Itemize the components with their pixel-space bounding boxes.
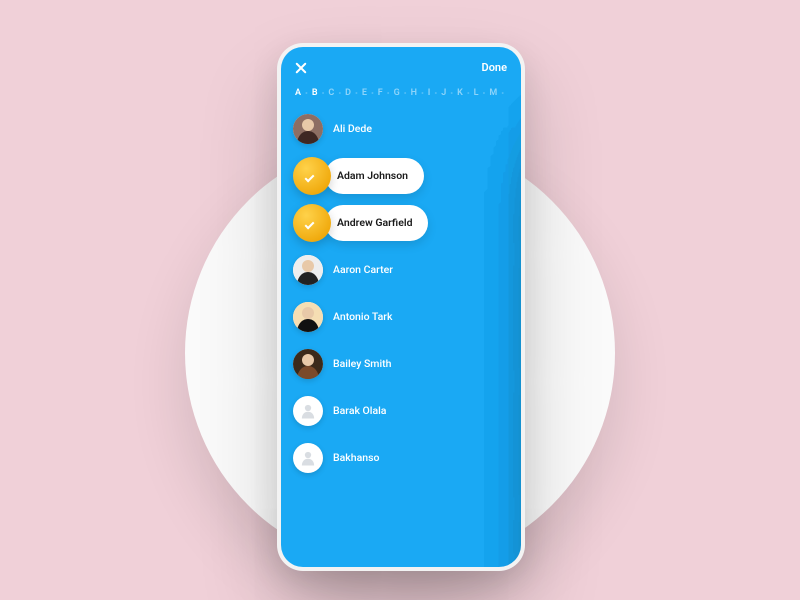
contact-name: Bailey Smith	[333, 358, 391, 371]
avatar	[293, 255, 323, 285]
alpha-letter[interactable]: B	[312, 88, 318, 98]
alpha-separator-dot: •	[371, 89, 374, 98]
alpha-letter[interactable]: F	[378, 88, 383, 98]
avatar-placeholder-icon	[293, 396, 323, 426]
contact-row[interactable]: Bailey Smith202-555-0107	[293, 345, 509, 383]
contact-name: Adam Johnson	[337, 170, 408, 183]
close-icon[interactable]	[295, 62, 307, 74]
contact-text: Antonio Tark202-555-0192	[333, 311, 392, 324]
avatar	[293, 349, 323, 379]
contact-name: Aaron Carter	[333, 264, 393, 277]
contact-text: Ali Dede202-555-0143	[333, 123, 372, 136]
avatar-placeholder-icon	[293, 443, 323, 473]
alpha-separator-dot: •	[467, 89, 470, 98]
avatar	[293, 302, 323, 332]
contact-text: Bakhanso202-555-0107	[333, 452, 379, 465]
contact-row[interactable]: Andrew Garfield202-555-0198	[293, 204, 509, 242]
contact-pill: Adam Johnson202-555-0136	[325, 158, 424, 194]
contact-name: Barak Olala	[333, 405, 386, 418]
contact-row[interactable]: Barak Olala202-555-0107	[293, 392, 509, 430]
alpha-separator-dot: •	[450, 89, 453, 98]
contact-name: Andrew Garfield	[337, 217, 412, 230]
contact-row[interactable]: Ali Dede202-555-0143	[293, 110, 509, 148]
alpha-letter[interactable]: J	[441, 88, 446, 98]
contact-row[interactable]: Bakhanso202-555-0107	[293, 439, 509, 477]
contact-name: Antonio Tark	[333, 311, 392, 324]
alpha-letter[interactable]: D	[345, 88, 351, 98]
contact-text: Bailey Smith202-555-0107	[333, 358, 391, 371]
contact-row[interactable]: Adam Johnson202-555-0136	[293, 157, 509, 195]
alpha-separator-dot: •	[483, 89, 486, 98]
contact-row[interactable]: Aaron Carter202-555-0153	[293, 251, 509, 289]
screen: Done A•B•C•D•E•F•G•H•I•J•K•L•M• Ali Dede…	[281, 47, 521, 567]
alpha-letter[interactable]: G	[394, 88, 400, 98]
contact-row[interactable]: Antonio Tark202-555-0192	[293, 298, 509, 336]
alpha-letter[interactable]: I	[428, 88, 431, 98]
alpha-separator-dot: •	[387, 89, 390, 98]
alphabet-index: A•B•C•D•E•F•G•H•I•J•K•L•M•	[281, 82, 521, 110]
done-button[interactable]: Done	[482, 61, 507, 74]
alpha-separator-dot: •	[322, 89, 325, 98]
contact-name: Bakhanso	[333, 452, 379, 465]
alpha-letter[interactable]: H	[411, 88, 417, 98]
contacts-list: Ali Dede202-555-0143 Adam Johnson202-555-…	[281, 110, 521, 477]
alpha-separator-dot: •	[501, 89, 504, 98]
contact-text: Barak Olala202-555-0107	[333, 405, 386, 418]
alpha-separator-dot: •	[421, 89, 424, 98]
alpha-separator-dot: •	[404, 89, 407, 98]
alpha-separator-dot: •	[338, 89, 341, 98]
alpha-letter[interactable]: L	[474, 88, 479, 98]
alpha-letter[interactable]: E	[362, 88, 367, 98]
phone-frame: Done A•B•C•D•E•F•G•H•I•J•K•L•M• Ali Dede…	[277, 43, 525, 571]
alpha-letter[interactable]: K	[457, 88, 463, 98]
contact-pill: Andrew Garfield202-555-0198	[325, 205, 428, 241]
alpha-separator-dot: •	[434, 89, 437, 98]
selected-check-icon	[293, 204, 331, 242]
alpha-separator-dot: •	[305, 89, 308, 98]
top-bar: Done	[281, 47, 521, 82]
alpha-letter[interactable]: M	[489, 88, 497, 98]
avatar	[293, 114, 323, 144]
selected-check-icon	[293, 157, 331, 195]
alpha-letter[interactable]: A	[295, 88, 301, 98]
contact-name: Ali Dede	[333, 123, 372, 136]
alpha-letter[interactable]: C	[328, 88, 334, 98]
alpha-separator-dot: •	[355, 89, 358, 98]
contact-text: Aaron Carter202-555-0153	[333, 264, 393, 277]
